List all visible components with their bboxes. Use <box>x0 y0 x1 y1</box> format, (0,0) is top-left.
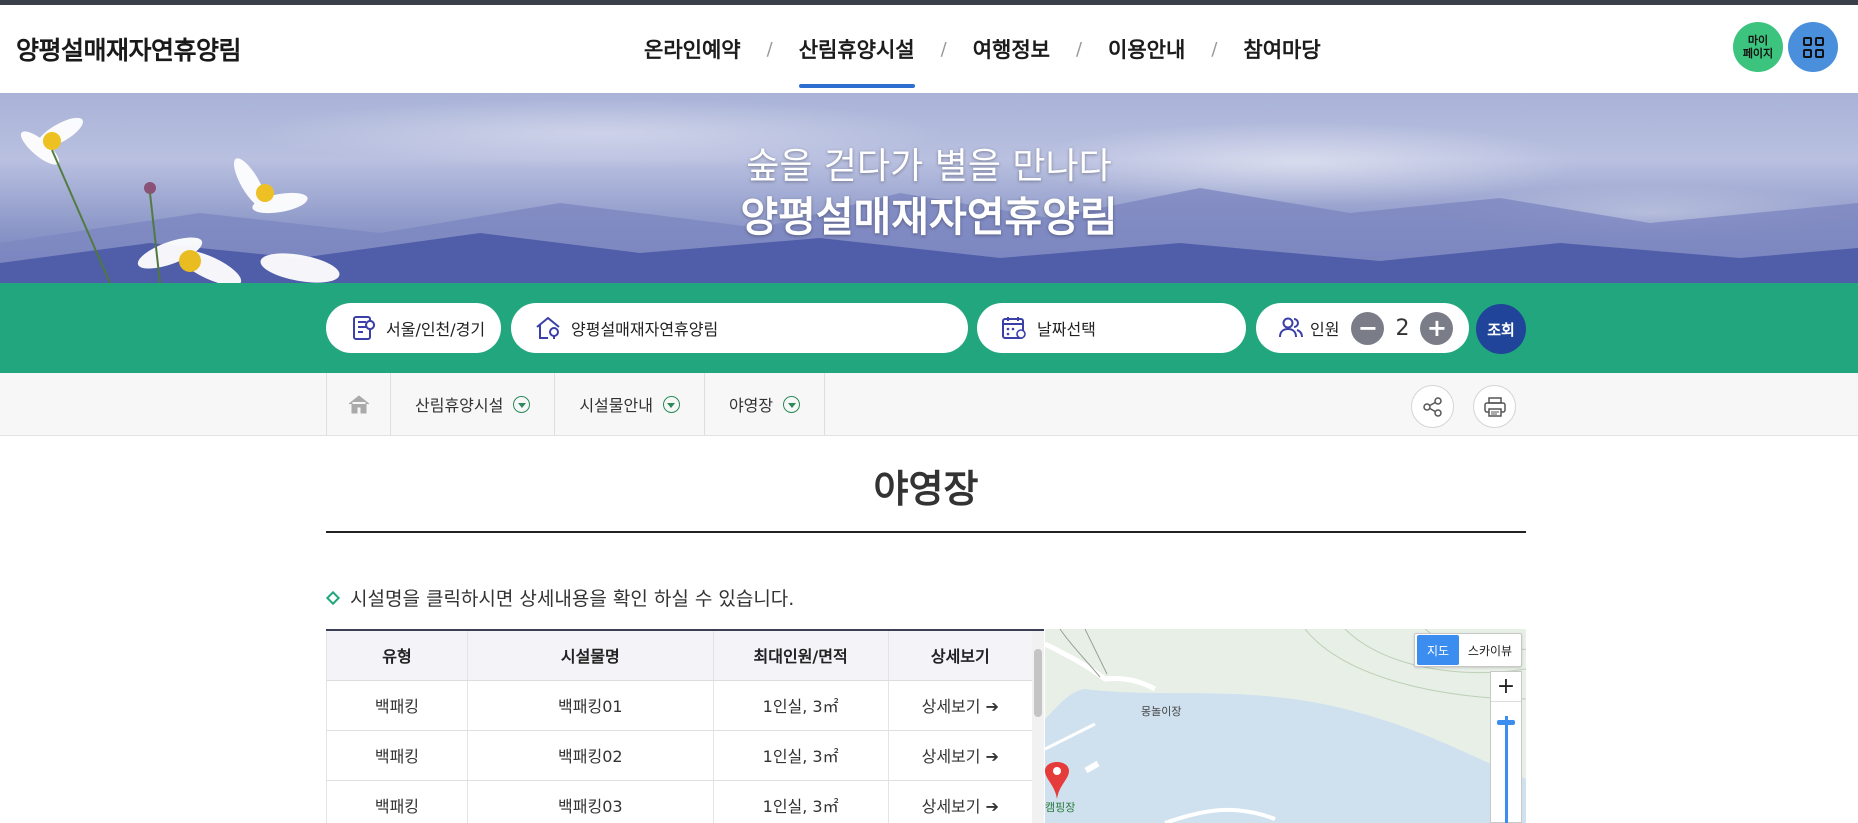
detail-link[interactable]: 상세보기 ➔ <box>888 680 1032 731</box>
nav-separator: / <box>940 38 947 60</box>
table-row: 백패킹 백패킹03 1인실, 3㎡ 상세보기 ➔ <box>326 780 1032 823</box>
main-nav: 온라인예약 / 산림휴양시설 / 여행정보 / 이용안내 / 참여마당 <box>640 31 1325 88</box>
cell-type: 백패킹 <box>326 730 468 781</box>
cell-capacity: 1인실, 3㎡ <box>713 730 889 781</box>
search-submit-button[interactable]: 조회 <box>1476 304 1526 354</box>
site-logo[interactable]: 양평설매재자연휴양림 <box>16 31 242 67</box>
mypage-button[interactable]: 마이 페이지 <box>1733 22 1783 72</box>
title-divider <box>326 531 1526 533</box>
breadcrumb-item-forest-facilities[interactable]: 산림휴양시설 <box>391 373 556 435</box>
banner-title: 양평설매재자연휴양림 <box>740 193 1118 241</box>
map-type-switch: 지도 스카이뷰 <box>1414 633 1522 667</box>
page-title: 야영장 <box>873 467 979 511</box>
scrollbar-thumb[interactable] <box>1034 649 1042 717</box>
cell-facility-name[interactable]: 백패킹03 <box>467 780 714 823</box>
detail-link[interactable]: 상세보기 ➔ <box>888 730 1032 781</box>
table-row: 백패킹 백패킹01 1인실, 3㎡ 상세보기 ➔ <box>326 680 1032 731</box>
cell-facility-name[interactable]: 백패킹02 <box>467 730 714 781</box>
breadcrumb-label: 시설물안내 <box>579 396 653 415</box>
facility-map[interactable]: 몽놀이장 캠핑장 지도 스카이뷰 + <box>1045 629 1526 823</box>
facility-notice: 시설명을 클릭하시면 상세내용을 확인 하실 수 있습니다. <box>325 584 795 611</box>
calendar-icon <box>999 313 1029 343</box>
chevron-down-icon <box>662 395 680 413</box>
reservation-search-bar: 서울/인천/경기 양평설매재자연휴양림 날짜선택 인원 − 2 + 조회 <box>0 283 1858 373</box>
breadcrumb-home[interactable] <box>327 373 391 435</box>
zoom-slider-track[interactable] <box>1505 716 1508 823</box>
header: 양평설매재자연휴양림 온라인예약 / 산림휴양시설 / 여행정보 / 이용안내 … <box>0 5 1858 93</box>
nav-separator: / <box>1211 38 1218 60</box>
cell-capacity: 1인실, 3㎡ <box>713 680 889 731</box>
facility-table-container: 유형 시설물명 최대인원/면적 상세보기 백패킹 백패킹01 1인실, 3㎡ 상… <box>326 629 1044 823</box>
date-select[interactable]: 날짜선택 <box>977 303 1246 353</box>
map-label-campground: 캠핑장 <box>1045 801 1076 814</box>
map-type-map-button[interactable]: 지도 <box>1417 635 1459 665</box>
zoom-in-button[interactable]: + <box>1491 672 1521 702</box>
date-placeholder: 날짜선택 <box>1037 320 1096 339</box>
breadcrumb-item-campground[interactable]: 야영장 <box>705 373 826 435</box>
cell-facility-name[interactable]: 백패킹01 <box>467 680 714 731</box>
people-plus-button[interactable]: + <box>1420 311 1454 345</box>
chevron-down-icon <box>783 395 801 413</box>
column-header-detail: 상세보기 <box>888 631 1032 681</box>
nav-separator: / <box>766 38 773 60</box>
chevron-down-icon <box>513 395 531 413</box>
mypage-label: 마이 페이지 <box>1742 34 1774 60</box>
breadcrumb-item-facility-guide[interactable]: 시설물안내 <box>555 373 705 435</box>
column-header-name: 시설물명 <box>467 631 714 681</box>
column-header-capacity: 최대인원/면적 <box>713 631 889 681</box>
breadcrumb-bar: 산림휴양시설 시설물안내 야영장 <box>0 373 1858 436</box>
column-header-type: 유형 <box>326 631 468 681</box>
cell-type: 백패킹 <box>326 780 468 823</box>
table-row: 백패킹 백패킹02 1인실, 3㎡ 상세보기 ➔ <box>326 730 1032 781</box>
home-icon <box>348 395 369 414</box>
hero-banner: 숲을 걷다가 별을 만나다 양평설매재자연휴양림 <box>0 93 1858 283</box>
people-label: 인원 <box>1310 320 1340 339</box>
map-zoom-control: + <box>1490 671 1522 823</box>
cell-type: 백패킹 <box>326 680 468 731</box>
cell-capacity: 1인실, 3㎡ <box>713 780 889 823</box>
forest-value: 양평설매재자연휴양림 <box>571 320 719 339</box>
breadcrumb-label: 야영장 <box>728 396 774 415</box>
banner-subtitle: 숲을 걷다가 별을 만나다 <box>746 146 1112 187</box>
forest-select[interactable]: 양평설매재자연휴양림 <box>511 303 968 353</box>
printer-icon <box>1483 396 1506 417</box>
region-select[interactable]: 서울/인천/경기 <box>326 303 501 353</box>
zoom-slider-handle[interactable] <box>1497 720 1515 725</box>
breadcrumb: 산림휴양시설 시설물안내 야영장 <box>326 373 826 435</box>
nav-separator: / <box>1075 38 1083 60</box>
map-label-playground: 몽놀이장 <box>1141 705 1182 718</box>
share-icon <box>1422 396 1442 417</box>
share-button[interactable] <box>1411 385 1454 428</box>
map-book-icon <box>348 313 378 343</box>
nav-usage-guide[interactable]: 이용안내 <box>1104 34 1189 64</box>
people-count: 2 <box>1395 315 1410 341</box>
home-pin-icon <box>533 313 563 343</box>
people-minus-button[interactable]: − <box>1351 311 1385 345</box>
nav-travel-info[interactable]: 여행정보 <box>969 34 1054 64</box>
facility-table: 유형 시설물명 최대인원/면적 상세보기 백패킹 백패킹01 1인실, 3㎡ 상… <box>326 631 1032 823</box>
nav-forest-facilities[interactable]: 산림휴양시설 <box>795 34 919 88</box>
breadcrumb-label: 산림휴양시설 <box>415 396 504 415</box>
nav-online-reservation[interactable]: 온라인예약 <box>640 34 745 64</box>
grid-menu-button[interactable] <box>1788 22 1838 72</box>
detail-link[interactable]: 상세보기 ➔ <box>888 780 1032 823</box>
people-selector: 인원 − 2 + <box>1256 303 1469 353</box>
region-value: 서울/인천/경기 <box>386 320 486 339</box>
table-scrollbar[interactable] <box>1032 631 1044 823</box>
map-type-skyview-button[interactable]: 스카이뷰 <box>1459 635 1521 665</box>
people-icon <box>1276 313 1306 343</box>
grid-menu-icon <box>1802 36 1824 58</box>
nav-community[interactable]: 참여마당 <box>1239 34 1324 64</box>
diamond-bullet-icon <box>325 590 341 605</box>
print-button[interactable] <box>1473 385 1516 428</box>
table-header-row: 유형 시설물명 최대인원/면적 상세보기 <box>326 631 1032 681</box>
notice-text: 시설명을 클릭하시면 상세내용을 확인 하실 수 있습니다. <box>350 588 795 610</box>
